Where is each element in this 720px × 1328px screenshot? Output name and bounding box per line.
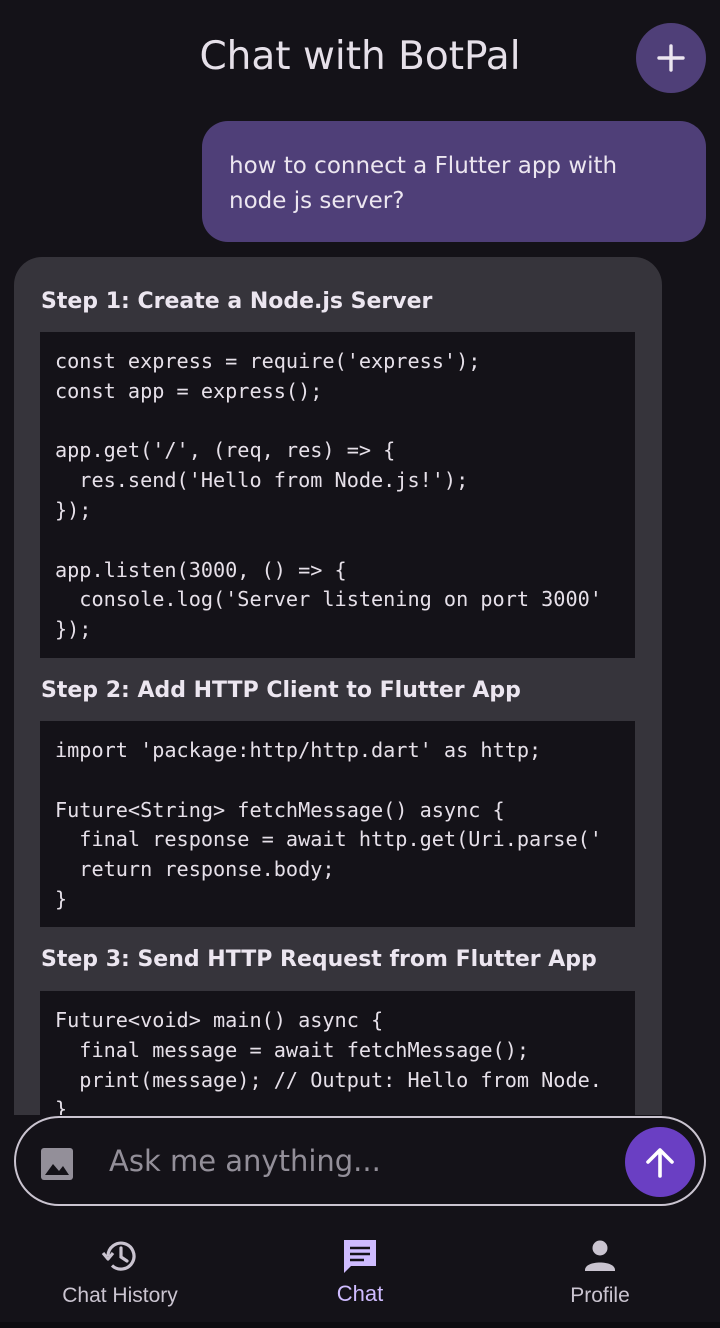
plus-icon: [657, 44, 685, 72]
message-input[interactable]: Ask me anything...: [109, 1144, 381, 1178]
nav-item-profile[interactable]: Profile: [480, 1218, 720, 1318]
code-line: print(message); // Output: Hello from No…: [55, 1067, 602, 1092]
code-block-step3: Future<void> main() async { final messag…: [40, 991, 635, 1115]
app-header: Chat with BotPal: [0, 0, 720, 118]
code-line: final message = await fetchMessage();: [55, 1037, 530, 1062]
nav-label-chat: Chat: [336, 1281, 384, 1306]
code-line: return response.body;: [55, 857, 335, 882]
code-line: });: [55, 497, 92, 522]
step1-heading: Step 1: Create a Node.js Server: [41, 289, 433, 314]
code-line: console.log('Server listening on port 30…: [55, 587, 602, 612]
code-line: Future<void> main() async {: [55, 1008, 384, 1032]
chat-viewport[interactable]: how to connect a Flutter app with node j…: [0, 0, 720, 1115]
step3-heading: Step 3: Send HTTP Request from Flutter A…: [41, 947, 597, 972]
new-chat-button[interactable]: [636, 23, 706, 93]
nav-item-chat-history[interactable]: Chat History: [0, 1218, 240, 1318]
code-line: });: [55, 617, 92, 642]
code-line: const app = express();: [55, 378, 323, 403]
code-line: import 'package:http/http.dart' as http;: [55, 738, 542, 762]
code-line: app.get('/', (req, res) => {: [55, 438, 396, 463]
step2-heading: Step 2: Add HTTP Client to Flutter App: [41, 678, 521, 703]
bottom-navigation: Chat History Chat Profile: [0, 1218, 720, 1328]
code-line: res.send('Hello from Node.js!');: [55, 468, 469, 493]
code-line: Future<String> fetchMessage() async {: [55, 797, 505, 822]
send-button[interactable]: [625, 1127, 695, 1197]
code-block-step1: const express = require('express'); cons…: [40, 332, 635, 658]
code-block-step2: import 'package:http/http.dart' as http;…: [40, 721, 635, 927]
user-message-bubble: how to connect a Flutter app with node j…: [202, 121, 706, 242]
user-message-text: how to connect a Flutter app with node j…: [229, 153, 618, 214]
nav-item-chat[interactable]: Chat: [240, 1218, 480, 1318]
arrow-up-icon: [646, 1148, 674, 1178]
nav-label-chat-history: Chat History: [62, 1284, 178, 1307]
code-line: final response = await http.get(Uri.pars…: [55, 827, 602, 852]
image-icon[interactable]: [40, 1147, 74, 1181]
history-icon: [101, 1241, 136, 1271]
nav-label-profile: Profile: [570, 1284, 630, 1307]
code-line: const express = require('express');: [55, 349, 481, 373]
page-title: Chat with BotPal: [199, 34, 521, 79]
chat-icon: [344, 1240, 376, 1273]
person-icon: [585, 1240, 615, 1271]
message-input-bar: Ask me anything...: [14, 1116, 706, 1206]
code-line: }: [55, 1097, 68, 1115]
system-bar: [0, 1322, 720, 1328]
code-line: app.listen(3000, () => {: [55, 557, 347, 582]
code-line: }: [55, 886, 68, 911]
